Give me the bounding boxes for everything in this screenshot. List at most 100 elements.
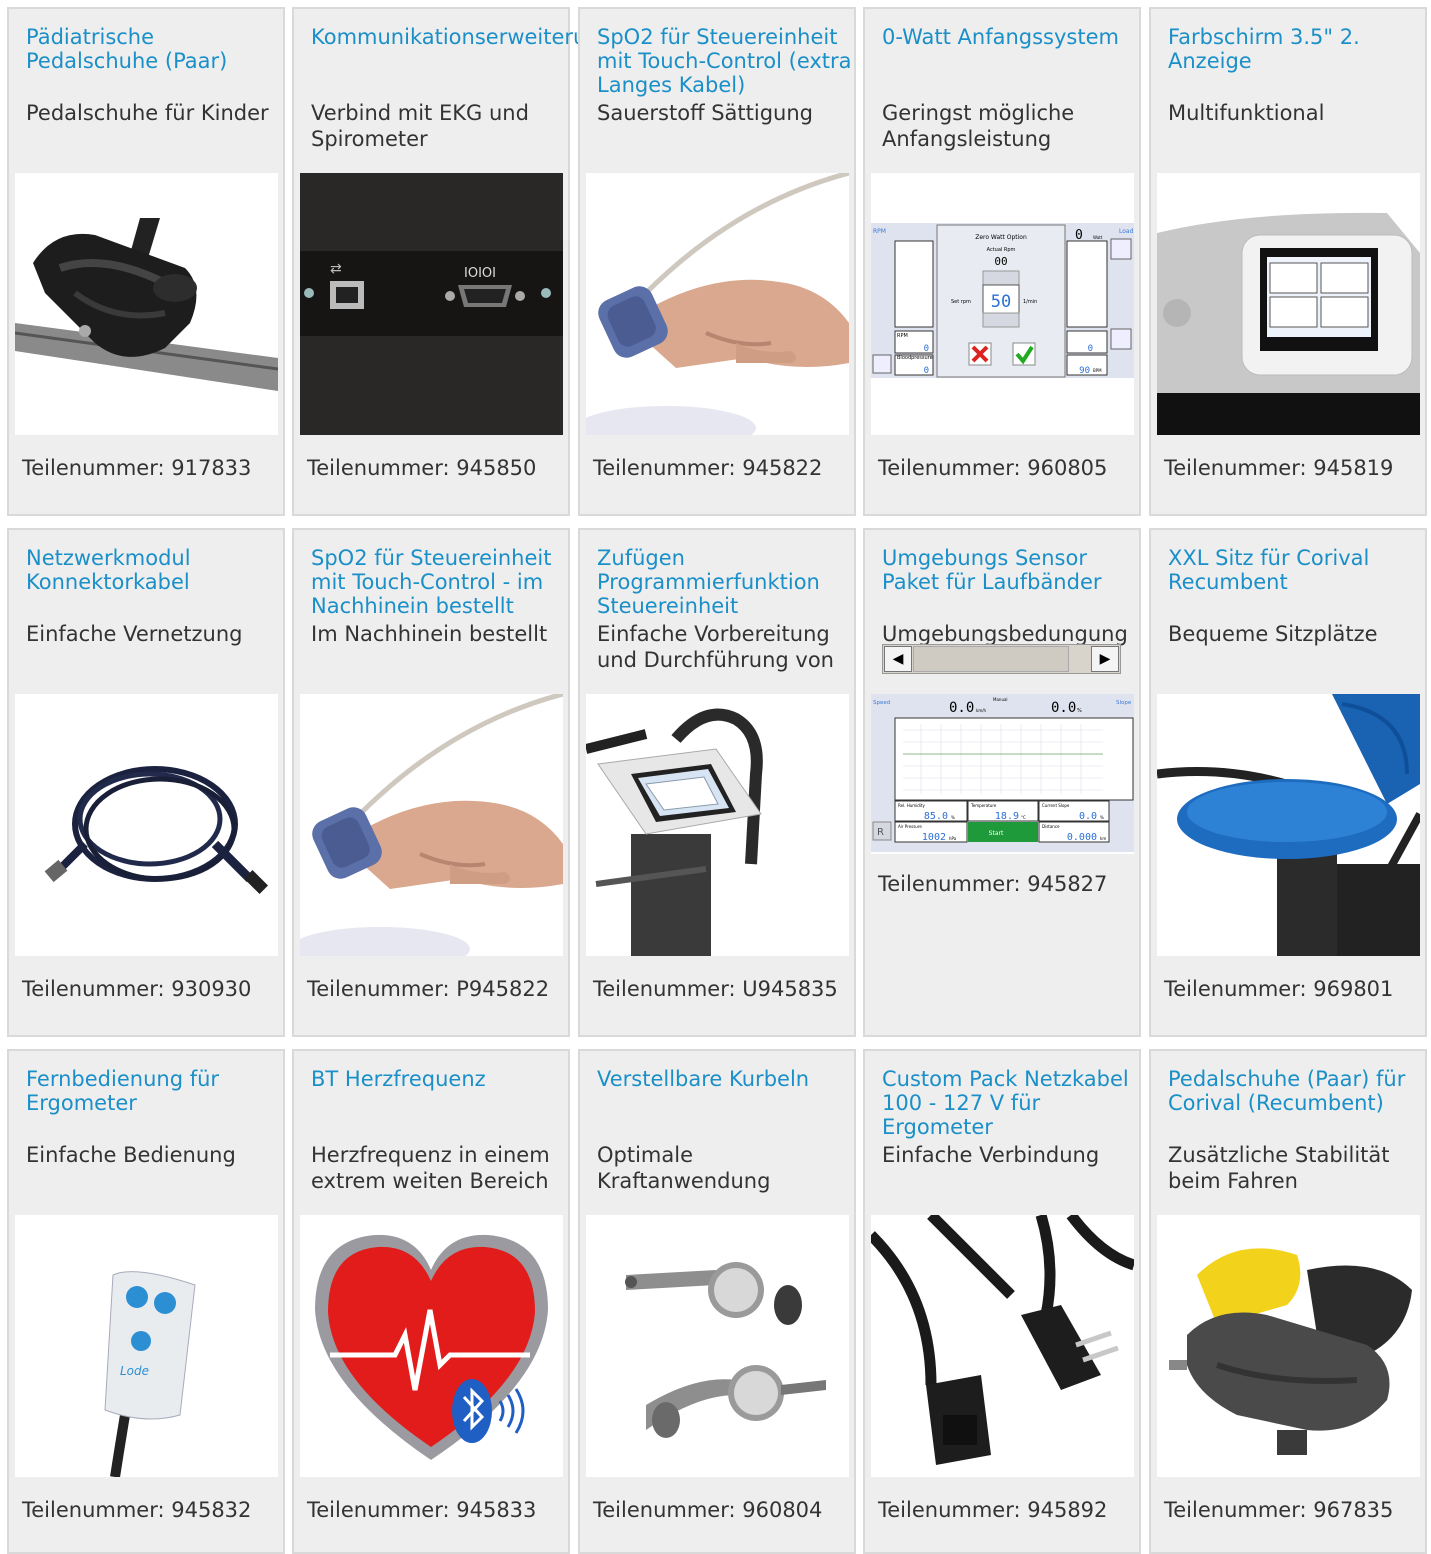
part-number: Teilenummer: 945832 (22, 1498, 252, 1522)
communication-card-image: ⇄ IOIOI (300, 173, 563, 435)
product-title-link[interactable]: Pedalschuhe (Paar) für Corival (Recumben… (1168, 1067, 1423, 1115)
description-scrollbar[interactable]: ◀ ▶ (882, 644, 1121, 674)
product-description: Pedalschuhe für Kinder (26, 101, 269, 125)
watt-value: 0 (1088, 344, 1093, 354)
slope-label: Slope (1116, 700, 1132, 706)
actual-rpm-label: Actual Rpm (987, 247, 1016, 253)
product-title-link[interactable]: Farbschirm 3.5" 2. Anzeige (1168, 25, 1423, 73)
product-card[interactable]: Custom Pack Netzkabel 100 - 127 V für Er… (863, 1049, 1141, 1554)
product-description: Verbind mit EKG und Spirometer (311, 101, 529, 151)
environment-screen-image: Speed Slope 0.0 km/h Manual 0.0 % R Rel.… (871, 694, 1134, 854)
current-slope-value: 0.0 (1079, 811, 1097, 822)
product-card[interactable]: Zufügen Programmierfunktion Steuereinhei… (578, 528, 856, 1037)
bloodpressure-label: Bloodpressure (897, 355, 933, 361)
distance-value: 0.000 (1067, 832, 1097, 843)
power-cable-image (871, 1215, 1134, 1477)
scroll-right-button[interactable]: ▶ (1091, 646, 1119, 672)
bloodpressure-value: 0 (924, 366, 929, 376)
part-number: Teilenummer: 945827 (878, 872, 1108, 896)
product-description: Optimale Kraftanwendung (597, 1143, 771, 1193)
product-title-link[interactable]: Zufügen Programmierfunktion Steuereinhei… (597, 546, 852, 618)
part-number: Teilenummer: 945850 (307, 456, 537, 480)
temperature-unit: °C (1021, 815, 1026, 820)
product-card[interactable]: Pädiatrische Pedalschuhe (Paar) Pedalschu… (7, 7, 285, 516)
svg-text:⇄: ⇄ (330, 261, 342, 277)
bpm-unit: BPM (1093, 368, 1102, 373)
rpm-panel-value: 0 (924, 344, 929, 354)
product-title-link[interactable]: SpO2 für Steuereinheit mit Touch-Control… (597, 25, 852, 97)
product-title-link[interactable]: Netzwerkmodul Konnektorkabel (26, 546, 281, 594)
zero-watt-screen-image: RPM Load RPM 0 Bloodpressure 0 0 90 BPM … (871, 173, 1134, 435)
distance-unit: km (1100, 836, 1106, 841)
product-card[interactable]: XXL Sitz für Corival Recumbent Bequeme Si… (1149, 528, 1427, 1037)
product-card[interactable]: Verstellbare Kurbeln Optimale Kraftanwend… (578, 1049, 856, 1554)
mode-label: Manual (993, 697, 1008, 702)
product-title-link[interactable]: 0-Watt Anfangssystem (882, 25, 1137, 49)
slope-value: 0.0 (1051, 700, 1076, 716)
product-card[interactable]: BT Herzfrequenz Herzfrequenz in einem ext… (292, 1049, 570, 1554)
product-card[interactable]: SpO2 für Steuereinheit mit Touch-Control… (578, 7, 856, 516)
scroll-left-button[interactable]: ◀ (884, 646, 912, 672)
speed-unit: km/h (976, 708, 987, 713)
remote-brand: Lode (120, 1364, 149, 1378)
scroll-thumb[interactable] (913, 646, 1069, 672)
reset-label: R (877, 827, 884, 838)
part-number: Teilenummer: 967835 (1164, 1498, 1394, 1522)
product-card[interactable]: Kommunikationserweiterungskarte Verbind m… (292, 7, 678, 516)
product-description: Bequeme Sitzplätze (1168, 622, 1378, 646)
start-label: Start (989, 830, 1004, 837)
set-rpm-label: Set rpm (951, 299, 971, 305)
product-description: Einfache Vernetzung (26, 622, 243, 646)
humidity-unit: % (951, 815, 955, 820)
slope-unit: % (1077, 708, 1082, 714)
humidity-label: Rel. Humidity (898, 803, 925, 808)
color-display-image (1157, 173, 1420, 435)
product-title-link[interactable]: XXL Sitz für Corival Recumbent (1168, 546, 1423, 594)
watt-unit: Watt (1093, 235, 1103, 240)
product-description: Sauerstoff Sättigung (597, 101, 814, 125)
product-card[interactable]: SpO2 für Steuereinheit mit Touch-Control… (292, 528, 570, 1037)
product-description: Einfache Verbindung (882, 1143, 1100, 1167)
product-card[interactable]: Netzwerkmodul Konnektorkabel Einfache Ver… (7, 528, 285, 1037)
xxl-seat-image (1157, 694, 1420, 956)
corival-pedal-shoe-image (1157, 1215, 1420, 1477)
temperature-label: Temperature (970, 803, 997, 808)
product-card[interactable]: Pedalschuhe (Paar) für Corival (Recumben… (1149, 1049, 1427, 1554)
rpm-unit: 1/min (1023, 299, 1037, 305)
air-pressure-value: 1002 (922, 832, 946, 843)
temperature-value: 18.9 (995, 811, 1019, 822)
product-title-link[interactable]: BT Herzfrequenz (311, 1067, 566, 1091)
actual-rpm-value: 00 (994, 255, 1007, 268)
rpm-panel-label: RPM (897, 333, 908, 339)
control-unit-image (586, 694, 849, 956)
product-title-link[interactable]: Custom Pack Netzkabel 100 - 127 V für Er… (882, 1067, 1137, 1139)
part-number: Teilenummer: 917833 (22, 456, 252, 480)
serial-port-label: IOIOI (464, 266, 496, 281)
product-card[interactable]: Umgebungs Sensor Paket für Laufbänder Umg… (863, 528, 1141, 1037)
air-pressure-unit: hPa (949, 836, 957, 841)
product-title-link[interactable]: Verstellbare Kurbeln (597, 1067, 852, 1091)
adjustable-cranks-image (586, 1215, 849, 1477)
part-number: Teilenummer: 945892 (878, 1498, 1108, 1522)
part-number: Teilenummer: 945822 (593, 456, 823, 480)
set-rpm-value: 50 (991, 292, 1011, 312)
product-title-link[interactable]: Pädiatrische Pedalschuhe (Paar) (26, 25, 281, 73)
product-card[interactable]: Farbschirm 3.5" 2. Anzeige Multifunktiona… (1149, 7, 1427, 516)
product-title-link[interactable]: SpO2 für Steuereinheit mit Touch-Control… (311, 546, 566, 618)
spo2-sensor-image (586, 173, 849, 435)
load-label: Load (1119, 228, 1134, 235)
speed-label: Speed (873, 700, 890, 706)
product-card[interactable]: 0-Watt Anfangssystem Geringst mögliche An… (863, 7, 1141, 516)
product-title-link[interactable]: Fernbedienung für Ergometer (26, 1067, 281, 1115)
distance-label: Distance (1042, 824, 1060, 829)
product-card[interactable]: Fernbedienung für Ergometer Einfache Bedi… (7, 1049, 285, 1554)
humidity-value: 85.0 (924, 811, 948, 822)
part-number: Teilenummer: 969801 (1164, 977, 1394, 1001)
pediatric-pedal-shoe-image (15, 173, 278, 435)
product-title-link[interactable]: Umgebungs Sensor Paket für Laufbänder (882, 546, 1137, 594)
part-number: Teilenummer: 960804 (593, 1498, 823, 1522)
product-description: Multifunktional (1168, 101, 1325, 125)
air-pressure-label: Air Pressure (898, 824, 922, 829)
product-description: Geringst mögliche Anfangsleistung (882, 101, 1075, 151)
product-description: Zusätzliche Stabilität beim Fahren (1168, 1143, 1390, 1193)
